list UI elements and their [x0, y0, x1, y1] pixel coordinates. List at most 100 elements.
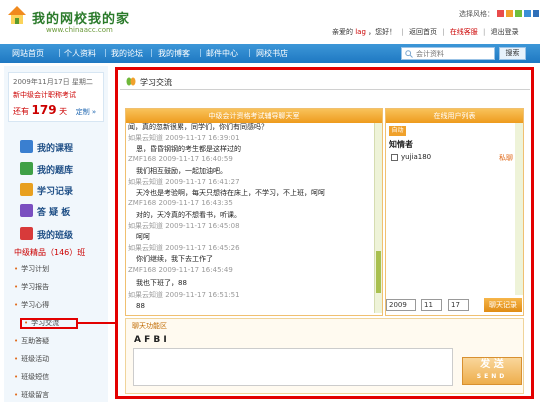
nav-item-bookstore[interactable]: 网校书店 [256, 48, 288, 59]
countdown-set-link[interactable]: 定制 » [76, 108, 97, 116]
highlight-connector [78, 322, 116, 324]
sidebar-item-label: 我的班级 [37, 231, 74, 241]
nav-separator: | [58, 48, 61, 57]
style-swatch-orange[interactable] [506, 10, 513, 17]
section-title: 学习交流 [140, 78, 172, 87]
chat-message: 我们相互鼓励，一起加油吧。 [136, 167, 227, 175]
chat-message: 恩，昏昏钢钢的考生都是这样过的 [136, 145, 241, 153]
back-home-link[interactable]: 返回首页 [409, 28, 437, 36]
year-value: 2009 [389, 301, 407, 309]
qa-board-icon [20, 204, 33, 217]
chat-message-header: ZMF168 2009-11-17 16:43:35 [128, 199, 233, 207]
chat-message-header: 如果云知道 2009-11-17 16:45:08 [128, 222, 240, 230]
input-panel-title: 聊天功能区 [132, 322, 167, 330]
search-button[interactable]: 搜索 [499, 47, 526, 60]
nav-separator: | [199, 48, 202, 57]
style-swatch-darkblue[interactable] [533, 10, 539, 17]
sub-item-label: 学习计划 [21, 265, 50, 273]
day-select[interactable]: 17 [448, 299, 469, 311]
sub-item-class-activity[interactable]: • 班级活动 [14, 354, 49, 364]
sub-item-study-report[interactable]: • 学习报告 [14, 282, 49, 292]
day-value: 17 [451, 301, 460, 309]
online-group: 知情者 [389, 140, 413, 149]
chat-message: 呵呵 [136, 233, 150, 241]
highlight-box [20, 318, 78, 329]
sub-item-label: 学习心得 [21, 301, 50, 309]
chat-message: 闻，真的忽新很累，同学们，你们有同感吗？ [128, 123, 268, 131]
chat-header: 中级会计资格考试辅导聊天室 [126, 109, 382, 123]
chat-message: 你们继续，我下去工作了 [136, 255, 213, 263]
sidebar-item-question-bank[interactable]: 我的题库 [20, 161, 98, 177]
nav-item-mail[interactable]: 邮件中心 [206, 48, 238, 59]
search-icon [405, 50, 413, 58]
sidebar-item-my-courses[interactable]: 我的课程 [20, 139, 98, 155]
chat-message-header: 如果云知道 2009-11-17 16:41:27 [128, 178, 240, 186]
separator: | [442, 28, 445, 36]
nav-separator: | [248, 48, 251, 57]
user-bar: 亲爱的 lag ，您好！ | 返回首页 | 在线客服 | 退出登录 [332, 27, 519, 37]
question-bank-icon [20, 162, 33, 175]
site-title: 我的网校我的家 [32, 12, 131, 27]
message-input[interactable] [133, 348, 453, 386]
header: 我的网校我的家 www.chinaacc.com 选择风格： 亲爱的 lag ，… [0, 0, 540, 44]
sub-item-label: 班级短信 [21, 373, 50, 381]
send-button[interactable]: 发 送 SEND [462, 357, 522, 385]
sidebar-item-qa-board[interactable]: 答 疑 板 [20, 203, 98, 219]
online-scrollbar[interactable] [515, 123, 523, 295]
chat-message-header: ZMF168 2009-11-17 16:40:59 [128, 155, 233, 163]
nav-item-profile[interactable]: 个人资料 [64, 48, 96, 59]
chat-message-header: ZMF168 2009-11-17 16:45:49 [128, 266, 233, 274]
site-url: www.chinaacc.com [46, 26, 113, 34]
sidebar-item-my-class[interactable]: 我的班级 [20, 226, 98, 242]
year-select[interactable]: 2009 [386, 299, 416, 311]
style-swatch-blue[interactable] [524, 10, 531, 17]
countdown-days: 179 [31, 103, 57, 117]
style-swatch-red[interactable] [497, 10, 504, 17]
countdown-prefix: 还有 [13, 107, 29, 116]
online-tab[interactable]: 自动 [389, 126, 406, 136]
sidebar-item-label: 我的课程 [37, 144, 74, 154]
section-title-bar: 学习交流 [120, 73, 530, 90]
sub-item-label: 学习报告 [21, 283, 50, 291]
nav-item-blog[interactable]: 我的博客 [158, 48, 190, 59]
send-label-en: SEND [476, 373, 508, 380]
chat-message: 天冷也是考验啊，每天只想待在床上，不学习，不上班，呵呵 [136, 189, 325, 197]
format-toolbar[interactable]: A F B I [134, 335, 167, 345]
chat-scrollbar[interactable] [374, 123, 382, 313]
online-user-row[interactable]: yujia180 私聊 [391, 153, 519, 163]
chat-history-button[interactable]: 聊天记录 [484, 298, 522, 312]
nav-item-home[interactable]: 网站首页 [12, 48, 44, 59]
separator: | [483, 28, 486, 36]
chat-message: 对的，天冷真的不想看书，听课。 [136, 211, 241, 219]
sub-item-class-message[interactable]: • 班级留言 [14, 390, 49, 400]
online-service-link[interactable]: 在线客服 [450, 28, 478, 36]
nav-item-forum[interactable]: 我的论坛 [111, 48, 143, 59]
month-select[interactable]: 11 [421, 299, 442, 311]
checkbox[interactable] [391, 154, 398, 161]
month-value: 11 [424, 301, 433, 309]
sub-item-class-sms[interactable]: • 班级短信 [14, 372, 49, 382]
sidebar-item-study-record[interactable]: 学习记录 [20, 182, 98, 198]
send-label: 发 送 [480, 359, 504, 370]
chat-message: 88 [136, 302, 145, 310]
style-label: 选择风格： [459, 10, 494, 18]
sub-item-study-plan[interactable]: • 学习计划 [14, 264, 49, 274]
sub-item-mutual-qa[interactable]: • 互助答疑 [14, 336, 49, 346]
nav-separator: | [104, 48, 107, 57]
sub-item-label: 互助答疑 [21, 337, 50, 345]
search-input[interactable] [416, 49, 492, 59]
chat-message-header: 如果云知道 2009-11-17 16:39:01 [128, 134, 240, 142]
sub-item-study-notes[interactable]: • 学习心得 [14, 300, 49, 310]
private-chat-link[interactable]: 私聊 [499, 153, 513, 163]
online-header: 在线用户列表 [386, 109, 523, 123]
greeting-suffix: ，您好！ [368, 28, 397, 36]
logout-link[interactable]: 退出登录 [491, 28, 519, 36]
greeting-prefix: 亲爱的 [332, 28, 353, 36]
style-swatch-green[interactable] [515, 10, 522, 17]
study-record-icon [20, 183, 33, 196]
sidebar-item-label: 答 疑 板 [37, 208, 71, 218]
logo-house-icon [8, 6, 26, 24]
scroll-thumb[interactable] [376, 251, 381, 293]
date-countdown-box: 2009年11月17日 星期二 新中级会计职称考试 还有 179 天 定制 » [8, 72, 104, 122]
class-title: 中级精品（146）班 [14, 248, 86, 257]
